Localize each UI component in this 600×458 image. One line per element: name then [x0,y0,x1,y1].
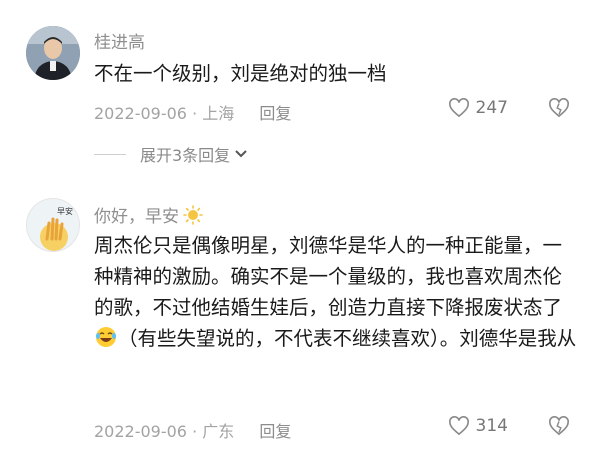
like-button[interactable]: 247 [448,98,508,118]
comment-text: 周杰伦只是偶像明星，刘德华是华人的一种正能量，一种精神的激励。确实不是一个量级的… [94,230,580,358]
comment-location: 广东 [202,422,235,441]
dislike-button[interactable] [548,98,570,122]
avatar-text: 早安 [57,206,73,216]
chevron-down-icon [235,150,247,158]
like-count: 314 [475,416,508,436]
sun-icon [183,205,203,230]
comment-item: 早安 你好，早安 周杰伦只是偶像明星，刘德华是华人的一种正能量，一种精神的激励。… [0,190,600,458]
comment-meta: 2022-09-06 · 上海 回复 [94,104,292,123]
reply-button[interactable]: 回复 [259,104,291,123]
divider [94,153,126,155]
username[interactable]: 你好，早安 [94,202,203,230]
expand-replies-label: 展开3条回复 [140,146,231,165]
heart-icon [448,416,469,436]
comment-date: 2022-09-06 [94,422,187,441]
avatar[interactable] [26,26,80,80]
comment-text: 不在一个级别，刘是绝对的独一档 [94,62,387,85]
broken-heart-icon [549,98,569,118]
expand-replies[interactable]: 展开3条回复 [94,142,248,166]
laughing-emoji-icon [94,325,118,358]
like-button[interactable]: 314 [448,416,508,436]
comment-text-part1: 周杰伦只是偶像明星，刘德华是华人的一种正能量，一种精神的激励。确实不是一个量级的… [94,234,563,319]
username[interactable]: 桂进高 [94,28,145,53]
comment-item: 桂进高 不在一个级别，刘是绝对的独一档 2022-09-06 · 上海 回复 2… [0,0,600,190]
username-text: 你好，早安 [94,207,179,227]
comment-location: 上海 [202,104,235,123]
dislike-button[interactable] [548,416,570,440]
like-count: 247 [475,98,508,118]
comment-text-part2: （有些失望说的，不代表不继续喜欢）。刘德华是我从 [118,327,577,350]
broken-heart-icon [549,416,569,436]
comment-date: 2022-09-06 [94,104,187,123]
comment-meta: 2022-09-06 · 广东 回复 [94,422,292,441]
heart-icon [448,98,469,118]
avatar[interactable]: 早安 [26,198,80,252]
reply-button[interactable]: 回复 [259,422,291,441]
